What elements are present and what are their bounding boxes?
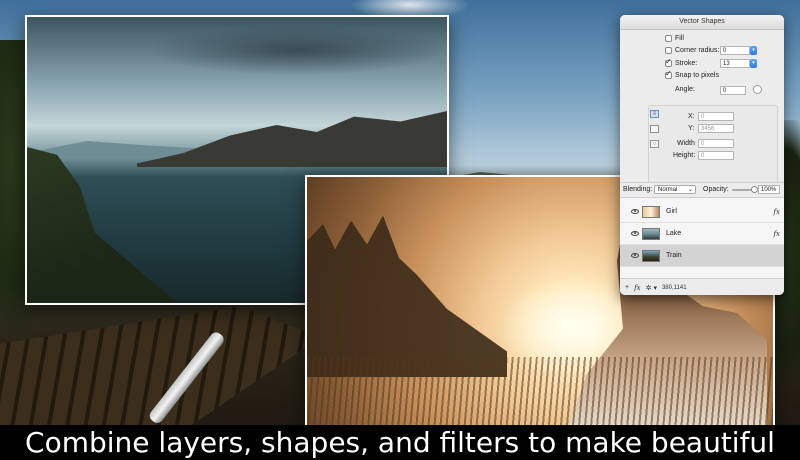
opacity-field[interactable]: 100%	[758, 185, 780, 194]
caption-bar: Combine layers, shapes, and filters to m…	[0, 425, 800, 460]
layer-thumbnail	[642, 205, 660, 218]
corner-radius-field[interactable]: 0	[720, 46, 750, 55]
stroke-field[interactable]: 13	[720, 59, 750, 68]
girl-trees-silhouette	[307, 215, 507, 377]
height-field[interactable]: 0	[698, 151, 734, 160]
layer-name: Lake	[666, 230, 682, 237]
canvas-stage: Vector Shapes Fill Corner radius: 0 ▾ St…	[0, 0, 800, 460]
lake-cloud	[147, 25, 447, 75]
geometry-mode-icons: ≡ ○	[650, 110, 662, 155]
stepper-icon[interactable]: ▾	[750, 59, 757, 68]
stepper-icon[interactable]: ▾	[750, 46, 757, 55]
snap-label: Snap to pixels	[675, 72, 719, 79]
y-label: Y:	[688, 125, 695, 132]
angle-dial-icon[interactable]	[753, 85, 762, 94]
eye-icon[interactable]	[631, 231, 639, 236]
fx-button[interactable]: fx	[634, 284, 641, 292]
fx-icon[interactable]: fx	[773, 208, 780, 216]
layer-row-girl[interactable]: Girl fx	[620, 201, 784, 223]
add-layer-button[interactable]: +	[625, 284, 629, 291]
chevron-down-icon: ⌄	[687, 187, 693, 193]
fill-row[interactable]: Fill	[665, 33, 684, 44]
snap-row[interactable]: Snap to pixels	[665, 69, 719, 81]
stroke-label: Stroke:	[675, 60, 698, 67]
opacity-slider-thumb[interactable]	[750, 186, 758, 193]
layer-name: Train	[666, 252, 682, 259]
y-field[interactable]: 3456	[698, 124, 734, 133]
panel-title: Vector Shapes	[620, 15, 784, 30]
angle-field[interactable]: 0	[720, 86, 746, 95]
angle-label: Angle:	[675, 86, 695, 93]
fx-icon[interactable]: fx	[773, 230, 780, 238]
stroke-checkbox[interactable]	[665, 57, 672, 67]
snap-checkbox[interactable]	[665, 69, 672, 79]
align-icon[interactable]: ≡	[650, 110, 659, 118]
pin-icon[interactable]: ○	[650, 140, 659, 148]
height-label: Height:	[673, 152, 696, 159]
girl-grass	[307, 357, 773, 427]
frame-icon[interactable]	[650, 125, 659, 133]
layers-list: Girl fx Lake fx Train	[620, 198, 784, 278]
blending-value: Normal	[658, 187, 678, 193]
layer-row-train[interactable]: Train	[620, 245, 784, 267]
layer-row-lake[interactable]: Lake fx	[620, 223, 784, 245]
fill-label: Fill	[675, 35, 684, 42]
corner-radius-row[interactable]: Corner radius:	[665, 45, 719, 56]
eye-icon[interactable]	[631, 253, 639, 258]
eye-icon[interactable]	[631, 209, 639, 214]
corner-radius-checkbox[interactable]	[665, 47, 672, 54]
layer-name: Girl	[666, 208, 677, 215]
stroke-row[interactable]: Stroke:	[665, 57, 698, 69]
lake-mountains	[137, 111, 447, 167]
layer-thumbnail	[642, 227, 660, 240]
blending-row: Blending: Normal ⌄ Opacity: 100%	[620, 182, 784, 198]
width-field[interactable]: 0	[698, 139, 734, 148]
x-label: X:	[688, 113, 695, 120]
blending-label: Blending:	[623, 186, 653, 193]
vector-shapes-panel: Vector Shapes Fill Corner radius: 0 ▾ St…	[620, 15, 784, 295]
layers-toolbar: + fx ✲ ▾ 380,1141	[620, 278, 784, 295]
width-label: Width	[677, 140, 695, 147]
blending-popup[interactable]: Normal ⌄	[654, 185, 696, 194]
x-field[interactable]: 0	[698, 112, 734, 121]
caption-text: Combine layers, shapes, and filters to m…	[25, 426, 775, 459]
cursor-coordinates: 380,1141	[661, 284, 687, 291]
gear-icon[interactable]: ✲ ▾	[646, 284, 657, 292]
fill-checkbox[interactable]	[665, 35, 672, 42]
layer-thumbnail	[642, 249, 660, 262]
opacity-label: Opacity:	[703, 186, 729, 193]
corner-radius-label: Corner radius:	[675, 47, 720, 54]
lake-shore	[27, 147, 177, 302]
